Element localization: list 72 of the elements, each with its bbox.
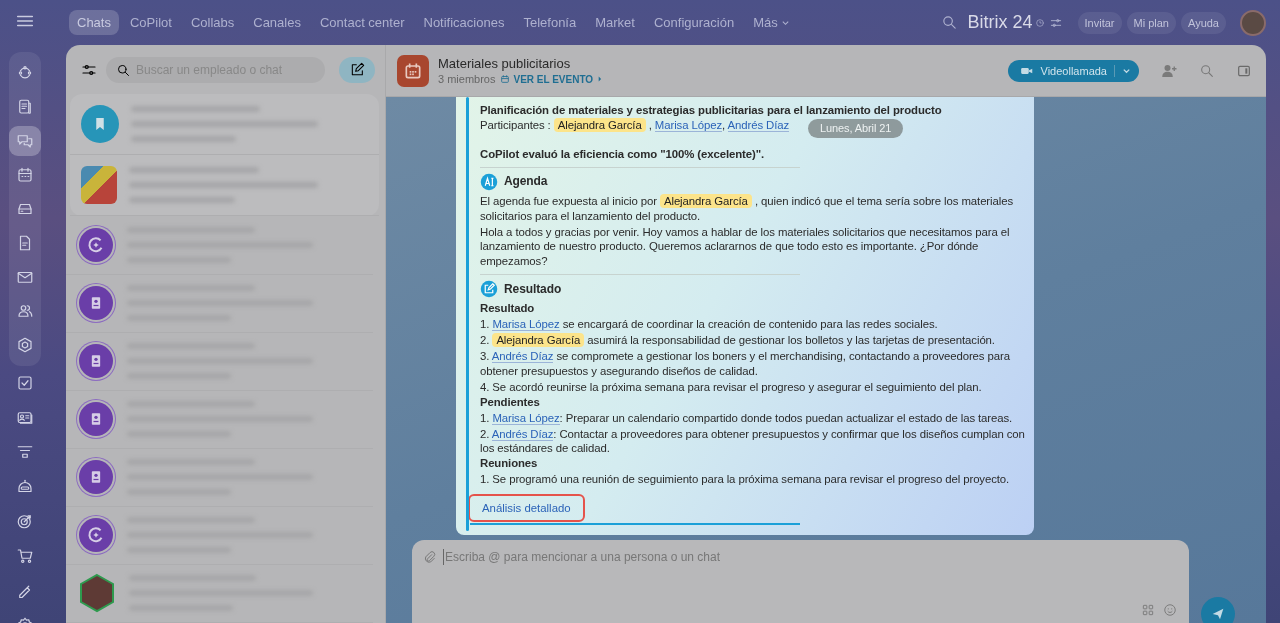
chevron-down-icon (780, 18, 790, 27)
members-count[interactable]: 3 miembros (438, 73, 496, 85)
video-call-button[interactable]: Videollamada (1007, 59, 1139, 82)
nav-tab[interactable]: Contact center (311, 10, 413, 35)
nav-tab[interactable]: Collabs (182, 10, 243, 35)
new-chat-button[interactable] (339, 56, 375, 83)
emoji-icon[interactable] (1163, 603, 1177, 617)
subsection-heading: Pendientes (480, 394, 541, 410)
message-text: 4. Se acordó reunirse la próxima semana para revisar el progreso y asegurar el seguimiento del plan. (480, 379, 983, 395)
target-icon (16, 512, 34, 530)
nav-tab[interactable]: Market (587, 10, 643, 35)
date-badge: Lunes, Abril 21 (808, 119, 904, 138)
nav-tab[interactable]: Canales (245, 10, 309, 35)
mention-link[interactable]: Andrés Díaz (491, 349, 554, 363)
photo-placeholder (81, 166, 117, 205)
highlighted-mention[interactable]: Alejandra García (659, 193, 752, 208)
header-button[interactable]: Ayuda (1181, 11, 1226, 34)
news-feed-icon (16, 98, 34, 116)
message-text: 1. Marisa López se encargará de coordinar la creación de contenido para las redes sociales. (480, 317, 939, 333)
nav-tab[interactable]: Notificaciones (415, 10, 513, 35)
more-menu[interactable]: Más (745, 10, 798, 35)
message-text: El agenda fue expuesta al inicio por Alejandra García , quien indicó que el tema sería sobre los materiales solicitarios para el lanzamiento del producto. (480, 193, 1014, 224)
send-button[interactable] (1201, 597, 1235, 623)
message-text: Hola a todos y gracias por venir. Hoy vamos a hablar de los materiales solicitarios que necesitamos para el lanzamiento de nuestro producto. Queremos aclararnos de que todo esto es importante. ¿Por dónde empezamos? (480, 224, 1011, 270)
mention-link[interactable]: Marisa López (654, 118, 722, 132)
hexagon-photo-placeholder (77, 573, 117, 614)
paperclip-icon[interactable] (422, 549, 437, 565)
people-icon (16, 302, 34, 320)
nav-tab[interactable]: Configuración (645, 10, 743, 35)
hexagon-icon (16, 336, 34, 354)
message-input[interactable]: Escriba @ para mencionar a una persona o un chat (443, 549, 1177, 565)
highlighted-mention[interactable]: Alejandra García (553, 117, 646, 132)
edit-icon (349, 61, 365, 78)
message-text: 2. Andrés Díaz: Contactar a proveedores para obtener presupuestos y confirmar que los diseños cumplan con los estándares de calidad. (480, 426, 1026, 457)
cart-icon (16, 546, 34, 565)
message-text: 3. Andrés Díaz se compromete a gestionar los boners y el merchandising, contactando a proveedores para obtener presupuestos y asegurando diseños de calidad. (480, 348, 1011, 379)
chevron-down-icon (1122, 66, 1131, 75)
section-title: Agenda (504, 174, 548, 190)
clock-icon (1034, 17, 1045, 28)
chevron-right-icon (596, 75, 604, 83)
header-button[interactable]: Mi plan (1126, 11, 1176, 34)
task-check-icon (16, 374, 34, 392)
section-title: Resultado (504, 281, 562, 297)
message-title: Planificación de materiales y estrategias publicitarias para el lanzamiento del producto (480, 103, 943, 118)
logo-text: Bitrix 24 (967, 12, 1033, 33)
event-link[interactable]: VER EL EVENTO (500, 73, 604, 85)
nav-tab[interactable]: Chats (69, 10, 119, 35)
mention-link[interactable]: Andrés Díaz (727, 118, 790, 132)
subsection-heading: Reuniones (480, 456, 539, 472)
subsection-heading: Resultado (480, 301, 536, 317)
calendar-icon (16, 166, 34, 184)
funnel-icon (16, 443, 34, 461)
chat-title: Materiales publicitarios (438, 56, 572, 71)
highlighted-mention[interactable]: Alejandra García (492, 333, 585, 348)
ai-agenda-icon (480, 172, 498, 191)
message-text: 2. Alejandra García asumirá la responsabilidad de gestionar los bolletos y las tarjetas de presentación. (480, 333, 996, 348)
calendar-chat-icon (397, 54, 429, 87)
chat-bubbles-icon (16, 132, 34, 150)
mention-link[interactable]: Marisa López (492, 411, 560, 425)
search-icon (116, 62, 131, 78)
header-button[interactable]: Invitar (1077, 11, 1122, 34)
chat-bubbles-button[interactable] (9, 126, 41, 156)
message-text: 1. Marisa López: Preparar un calendario compartido donde todos puedan actualizar el estado de las tareas. (480, 410, 1014, 426)
message-text: 1. Se programó una reunión de seguimiento para la próxima semana para revisar el progreso del proyecto. (480, 472, 1011, 488)
evaluation-text: CoPilot evaluó la eficiencia como "100% (excelente)". (480, 146, 766, 162)
search-icon[interactable] (940, 14, 958, 31)
nav-tab[interactable]: Telefonía (515, 10, 585, 35)
nav-tab[interactable]: CoPilot (121, 10, 180, 35)
calendar-icon (500, 74, 511, 84)
search-icon[interactable] (1199, 62, 1215, 79)
mention-link[interactable]: Marisa López (492, 318, 560, 332)
participants-line: Participantes : Alejandra García , Marisa López, Andrés Díaz (480, 117, 790, 133)
